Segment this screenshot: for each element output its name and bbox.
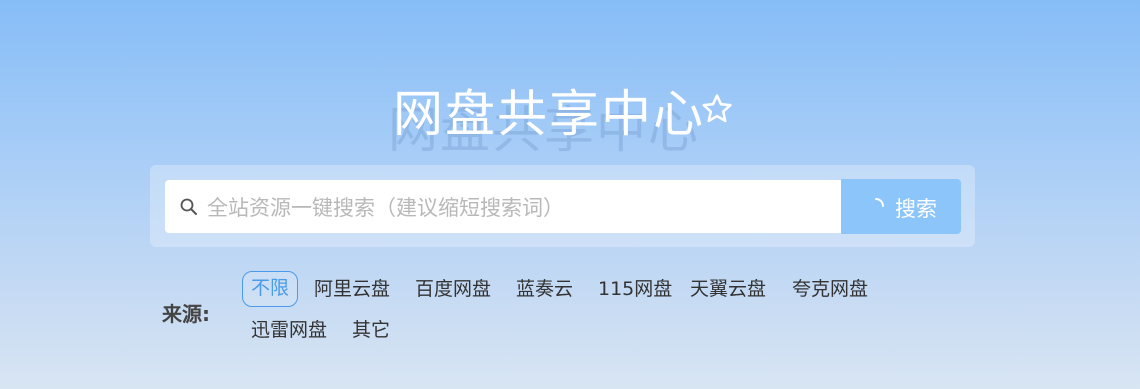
source-option-xunlei[interactable]: 迅雷网盘: [251, 313, 327, 347]
search-icon: [180, 198, 197, 215]
source-filter-label: 来源:: [162, 302, 210, 326]
header: 网盘共享中心 网盘共享中心: [0, 70, 1140, 159]
search-panel: 搜索: [150, 165, 975, 247]
search-input[interactable]: [205, 180, 829, 235]
source-option-lanzou[interactable]: 蓝奏云: [516, 272, 573, 306]
search-button-label: 搜索: [895, 197, 937, 221]
source-option-115[interactable]: 115网盘: [598, 272, 672, 306]
source-option-other[interactable]: 其它: [352, 313, 390, 347]
search-button[interactable]: 搜索: [841, 179, 961, 234]
source-option-quark[interactable]: 夸克网盘: [792, 272, 868, 306]
search-box[interactable]: [165, 180, 841, 235]
source-option-any[interactable]: 不限: [242, 271, 299, 307]
star-icon[interactable]: [700, 92, 734, 126]
spinner-icon: [875, 198, 884, 207]
source-option-baidu[interactable]: 百度网盘: [415, 272, 491, 306]
source-option-aliyun[interactable]: 阿里云盘: [314, 272, 390, 306]
source-option-tianyi[interactable]: 天翼云盘: [690, 272, 766, 306]
page-title: 网盘共享中心: [393, 85, 705, 143]
